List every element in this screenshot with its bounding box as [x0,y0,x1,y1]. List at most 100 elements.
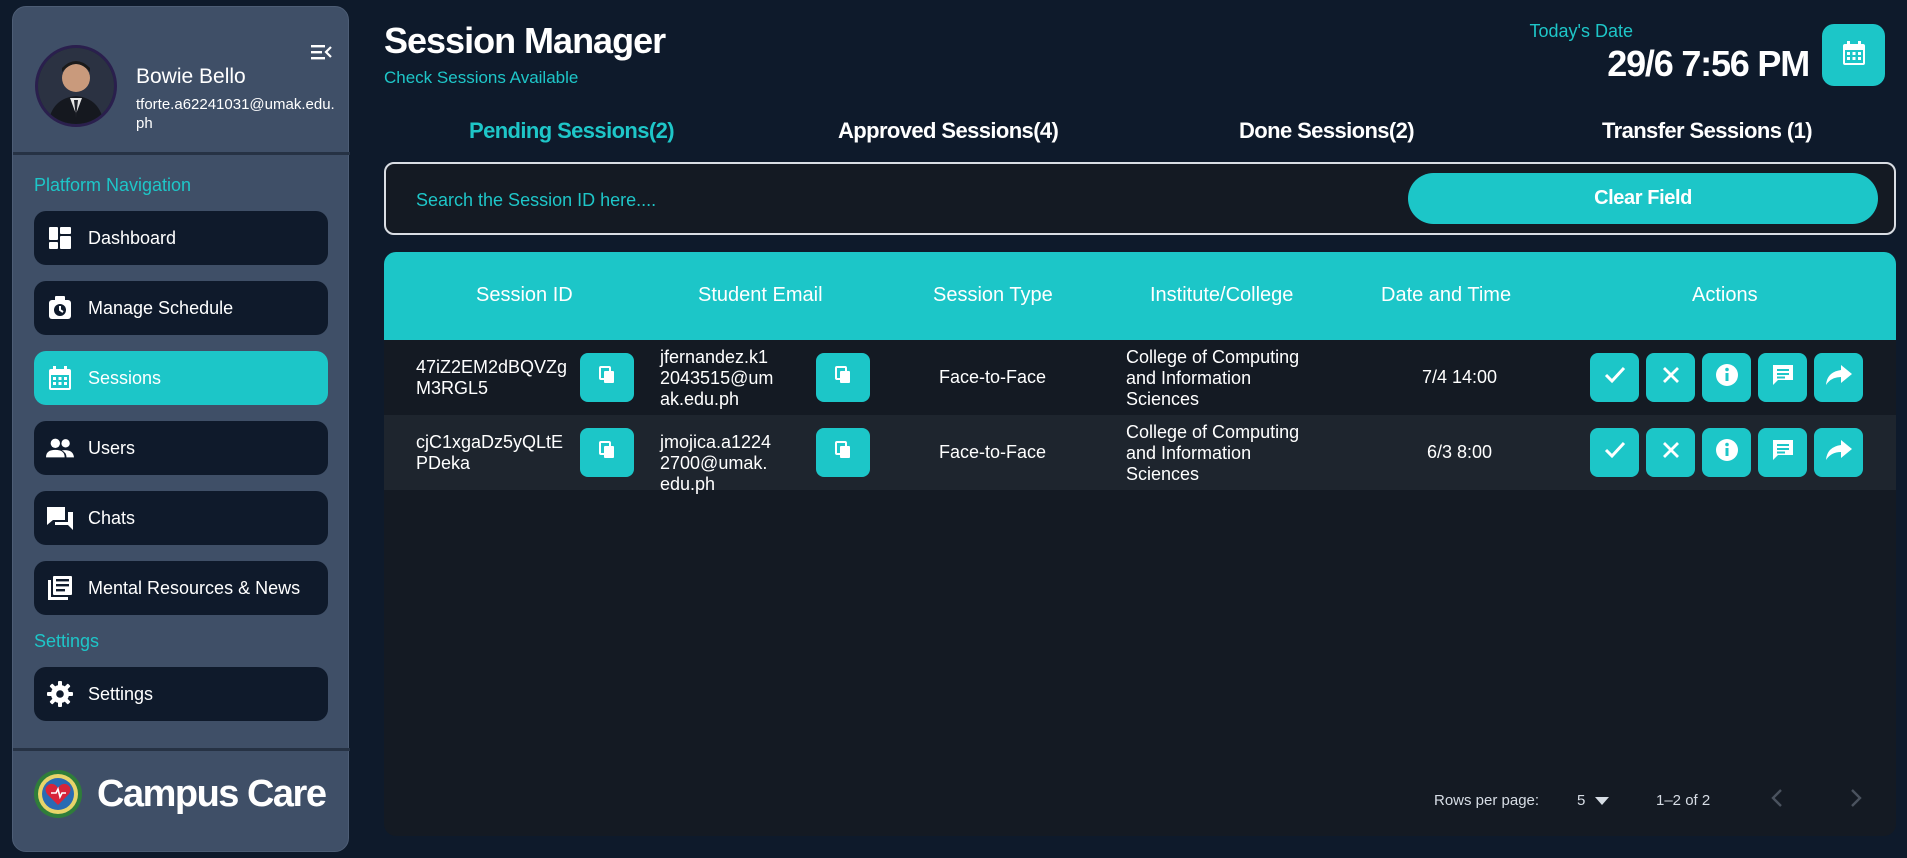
message-button[interactable] [1758,428,1807,477]
info-button[interactable] [1702,428,1751,477]
sidebar-item-label: Chats [88,507,136,528]
sidebar-divider [13,748,350,751]
copy-session-id-button[interactable] [580,428,634,477]
sidebar-item-label: Dashboard [88,227,177,248]
sidebar-item-label: Settings [88,683,154,704]
page-title: Session Manager [384,20,666,61]
close-icon [1662,441,1680,464]
column-header-institute: Institute/College [1150,284,1294,306]
column-header-session-id: Session ID [476,284,573,306]
section-label-settings: Settings [34,631,100,651]
reject-button[interactable] [1646,353,1695,402]
copy-icon [599,366,615,389]
copy-icon [599,441,615,464]
check-icon [1604,441,1626,464]
tab-done-sessions[interactable]: Done Sessions(2) [1239,118,1415,144]
dropdown-arrow-icon [1595,792,1610,809]
sidebar-divider [13,152,350,155]
search-bar: Clear Field [384,162,1896,235]
table-row: 47iZ2EM2dBQVZgM3RGL5 jfernandez.k1204351… [384,340,1896,417]
tab-approved-sessions[interactable]: Approved Sessions(4) [838,118,1059,144]
tab-transfer-sessions[interactable]: Transfer Sessions (1) [1602,118,1813,144]
copy-email-button[interactable] [816,428,870,477]
sessions-table: Session ID Student Email Session Type In… [384,252,1896,836]
users-icon [46,434,74,462]
sidebar-item-label: Sessions [88,367,162,388]
column-header-session-type: Session Type [933,284,1053,306]
copy-email-button[interactable] [816,353,870,402]
profile-email: tforte.a62241031@umak.edu.ph [136,96,335,132]
calendar-button[interactable] [1822,24,1885,86]
profile-card: Bowie Bello tforte.a62241031@umak.edu.ph [13,7,350,154]
gear-icon [46,680,74,708]
datetime-cell: 6/3 8:00 [1427,442,1493,462]
avatar [35,45,117,127]
datetime-cell: 7/4 14:00 [1422,367,1498,387]
rows-per-page-value: 5 [1577,792,1586,809]
column-header-actions: Actions [1692,284,1758,306]
forward-icon [1825,364,1853,391]
message-icon [1771,438,1795,467]
profile-name: Bowie Bello [136,65,246,88]
session-type-cell: Face-to-Face [939,442,1047,462]
calendar-icon [46,364,74,392]
tab-pending-sessions[interactable]: Pending Sessions(2) [469,118,675,144]
search-input[interactable] [414,182,1368,218]
brand: Campus Care [33,769,327,819]
info-icon [1715,363,1739,392]
sidebar-item-chats[interactable]: Chats [34,491,328,545]
brand-name: Campus Care [97,772,327,815]
chevron-right-icon [1850,789,1862,812]
table-header: Session ID Student Email Session Type In… [384,252,1896,340]
sidebar-item-sessions[interactable]: Sessions [34,351,328,405]
sidebar-item-settings[interactable]: Settings [34,667,328,721]
campus-care-logo [33,769,83,819]
info-button[interactable] [1702,353,1751,402]
previous-page-button[interactable] [1771,788,1783,813]
date-value: 29/6 7:56 PM [1607,43,1810,84]
message-button[interactable] [1758,353,1807,402]
session-type-cell: Face-to-Face [939,367,1047,387]
sidebar-item-users[interactable]: Users [34,421,328,475]
copy-icon [835,366,851,389]
copy-session-id-button[interactable] [580,353,634,402]
sidebar-item-dashboard[interactable]: Dashboard [34,211,328,265]
table-row: cjC1xgaDz5yQLtEPDeka jmojica.a12242700@u… [384,415,1896,494]
rows-per-page-select[interactable]: 5 [1577,792,1610,809]
sidebar-item-mental-resources[interactable]: Mental Resources & News [34,561,328,615]
sidebar-item-manage-schedule[interactable]: Manage Schedule [34,281,328,335]
copy-icon [835,441,851,464]
column-header-student-email: Student Email [698,284,823,306]
session-id-cell: cjC1xgaDz5yQLtEPDeka [416,432,564,473]
email-cell: jfernandez.k12043515@umak.edu.ph [660,347,774,409]
close-icon [1662,366,1680,389]
chats-icon [46,504,74,532]
approve-button[interactable] [1590,353,1639,402]
calendar-icon [1842,40,1866,71]
check-icon [1604,366,1626,389]
news-icon [46,574,74,602]
sidebar-item-label: Manage Schedule [88,297,234,318]
next-page-button[interactable] [1850,788,1862,813]
sidebar-item-label: Users [88,437,136,458]
college-cell: College of Computing and Information Sci… [1126,347,1300,409]
transfer-button[interactable] [1814,353,1863,402]
sidebar-item-label: Mental Resources & News [88,577,301,598]
reject-button[interactable] [1646,428,1695,477]
date-label: Today's Date [1529,21,1634,41]
email-cell: jmojica.a12242700@umak.edu.ph [660,432,772,494]
column-header-date-time: Date and Time [1381,284,1512,306]
pagination-range: 1–2 of 2 [1656,792,1711,809]
menu-collapse-icon[interactable] [310,42,332,62]
approve-button[interactable] [1590,428,1639,477]
chevron-left-icon [1771,789,1783,812]
section-label-navigation: Platform Navigation [34,175,192,195]
message-icon [1771,363,1795,392]
transfer-button[interactable] [1814,428,1863,477]
rows-per-page-label: Rows per page: [1434,792,1540,809]
clear-field-button[interactable]: Clear Field [1408,173,1878,224]
page-subtitle: Check Sessions Available [384,68,579,87]
dashboard-icon [46,224,74,252]
info-icon [1715,438,1739,467]
forward-icon [1825,439,1853,466]
